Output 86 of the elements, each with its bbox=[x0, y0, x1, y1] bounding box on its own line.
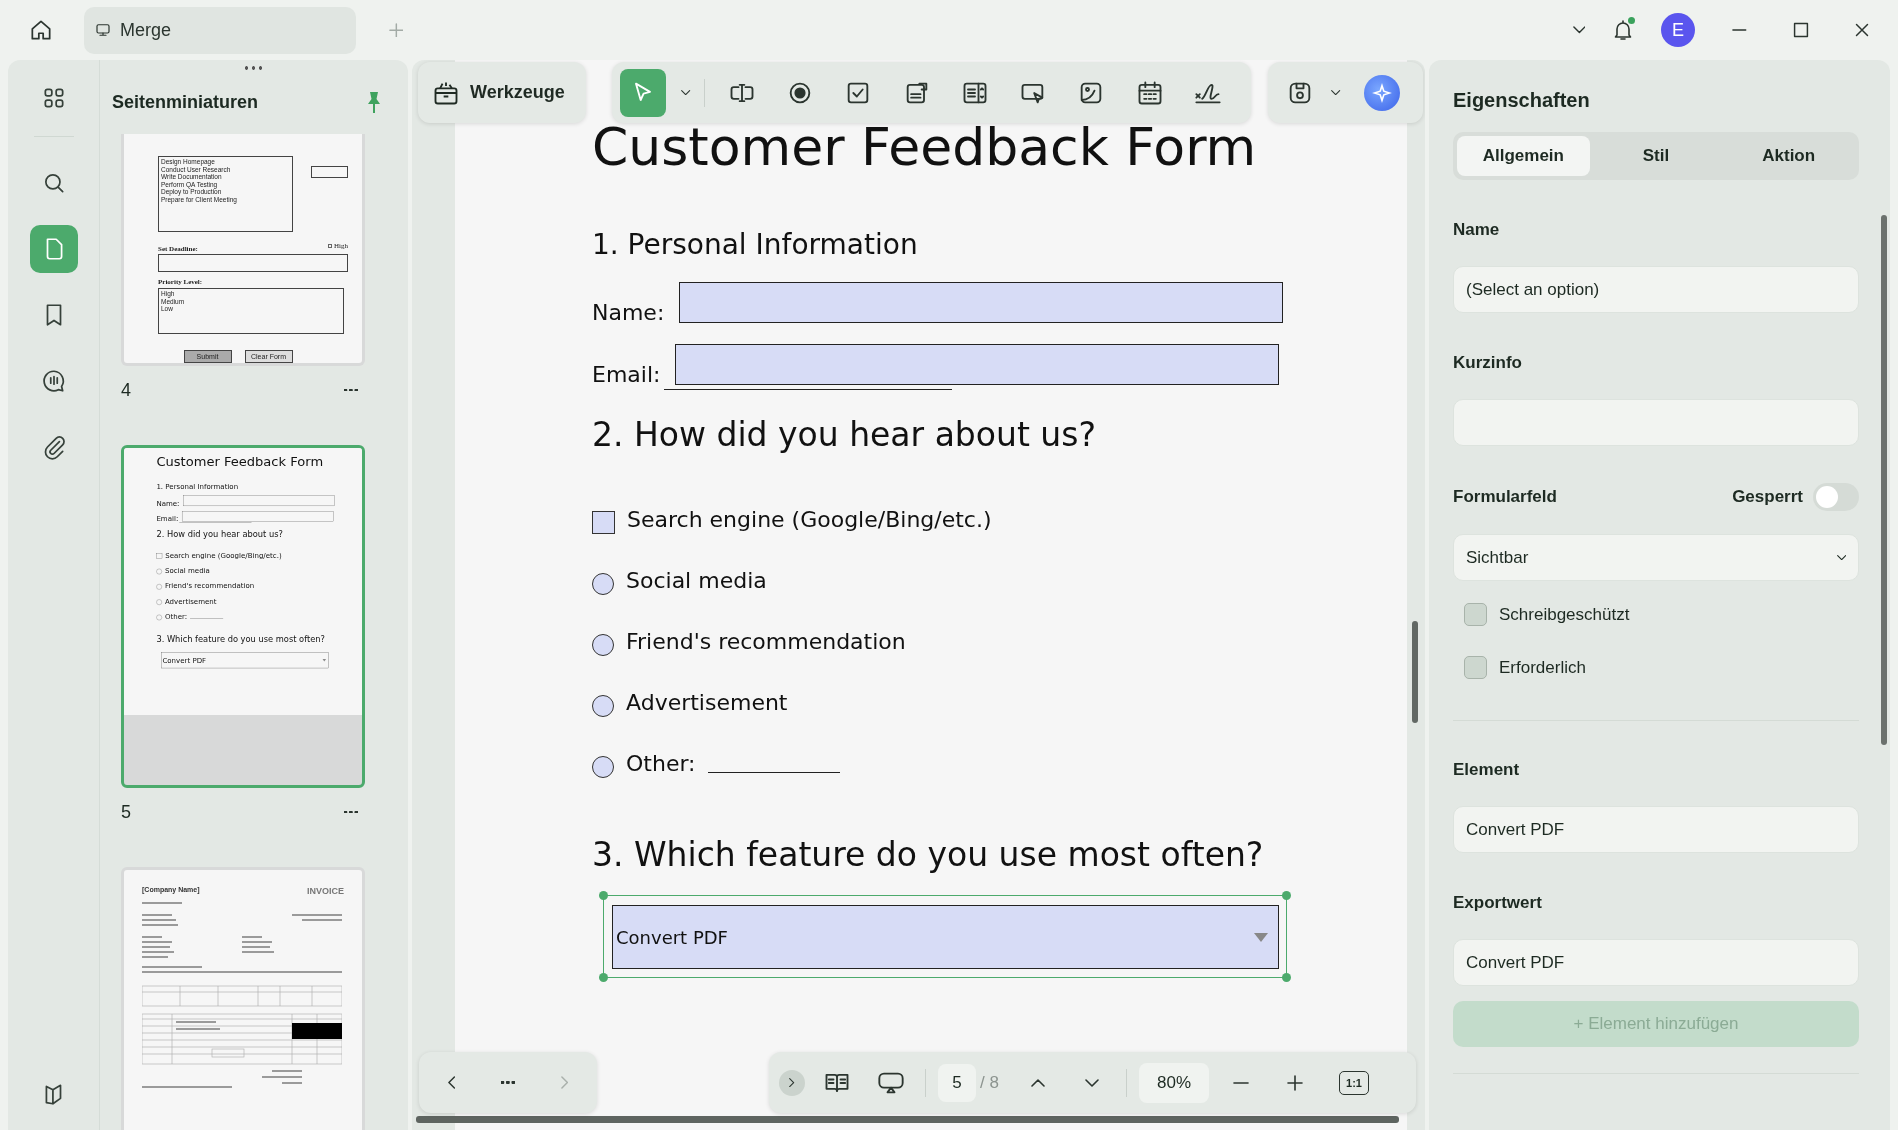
drag-handle-icon[interactable] bbox=[243, 66, 265, 70]
expand-button[interactable] bbox=[779, 1069, 805, 1096]
text-field[interactable] bbox=[158, 254, 348, 272]
more-icon bbox=[344, 388, 358, 392]
resize-handle[interactable] bbox=[1282, 891, 1291, 900]
chevron-right-icon bbox=[789, 1077, 795, 1088]
page-count: / 8 bbox=[980, 1072, 1000, 1093]
section-heading: 3. Which feature do you use most often? bbox=[592, 834, 1265, 876]
scrollbar[interactable] bbox=[1881, 215, 1887, 745]
input-field[interactable]: (Select an option) bbox=[1453, 266, 1859, 313]
field-label: Exportwert bbox=[1453, 892, 1543, 914]
input-field[interactable]: Convert PDF bbox=[1453, 806, 1859, 853]
caret-icon bbox=[322, 659, 327, 662]
section-heading: 2. How did you hear about us? bbox=[156, 528, 284, 541]
checkbox-label: Erforderlich bbox=[1499, 657, 1586, 678]
tools-button[interactable]: Werkzeuge bbox=[418, 62, 586, 123]
assistant-button[interactable] bbox=[1364, 74, 1400, 111]
page-number-field[interactable]: 5 bbox=[938, 1063, 976, 1102]
tab[interactable]: Stil bbox=[1589, 136, 1723, 176]
chevron-down-icon bbox=[1836, 554, 1846, 561]
chevron-down-icon bbox=[1331, 89, 1341, 96]
chevron-right-icon bbox=[560, 1076, 569, 1089]
tab[interactable]: Aktion bbox=[1722, 136, 1855, 176]
zoom-field[interactable]: 80% bbox=[1139, 1062, 1209, 1103]
field-label: Email: bbox=[592, 361, 661, 389]
plus-icon bbox=[388, 22, 404, 38]
more-icon bbox=[501, 1081, 515, 1084]
checkbox[interactable] bbox=[592, 511, 615, 534]
panel-title: Eigenschaften bbox=[1453, 87, 1591, 113]
option-label: Social media bbox=[626, 566, 767, 595]
input-field[interactable]: Convert PDF bbox=[1453, 939, 1859, 986]
panel-title: Seitenminiaturen bbox=[112, 91, 260, 113]
radio-button[interactable] bbox=[592, 572, 614, 595]
section-heading: 3. Which feature do you use most often? bbox=[156, 633, 326, 646]
monitor-icon bbox=[94, 21, 112, 39]
resize-handle[interactable] bbox=[1282, 973, 1291, 982]
form-title: Customer Feedback Form bbox=[592, 116, 1258, 179]
visibility-dropdown[interactable]: Sichtbar bbox=[1453, 534, 1859, 581]
form-title: Customer Feedback Form bbox=[156, 453, 325, 470]
chevron-down-icon bbox=[1572, 26, 1586, 34]
comment-icon bbox=[40, 368, 67, 394]
field-label: Name bbox=[1453, 219, 1501, 241]
minimize-icon bbox=[1233, 1081, 1249, 1084]
option-label: Other: bbox=[626, 749, 696, 778]
radio-button[interactable] bbox=[592, 633, 614, 656]
checkbox[interactable] bbox=[1464, 656, 1487, 679]
caret-icon bbox=[1254, 932, 1268, 942]
chevron-down-icon bbox=[1085, 1078, 1099, 1087]
scrollbar[interactable] bbox=[1412, 621, 1418, 723]
field-label: Name: bbox=[592, 299, 665, 327]
minimize-icon bbox=[1732, 29, 1747, 31]
field-label: Kurzinfo bbox=[1453, 352, 1523, 374]
resize-handle[interactable] bbox=[599, 891, 608, 900]
avatar[interactable]: E bbox=[1661, 13, 1695, 47]
checkbox-label: Schreibgeschützt bbox=[1499, 604, 1630, 625]
chevron-left-icon bbox=[447, 1076, 455, 1089]
field-label: Element bbox=[1453, 759, 1521, 781]
page-number: 4 bbox=[121, 379, 131, 401]
text-field[interactable] bbox=[679, 282, 1284, 323]
scrollbar[interactable] bbox=[416, 1116, 1399, 1123]
text-field[interactable] bbox=[675, 344, 1280, 385]
toggle-switch[interactable] bbox=[1813, 483, 1859, 511]
resize-handle[interactable] bbox=[599, 973, 608, 982]
invoice-title: INVOICE bbox=[307, 886, 344, 896]
option-label: Advertisement bbox=[626, 688, 788, 717]
chevron-down-icon bbox=[681, 89, 691, 96]
section-heading: 1. Personal Information bbox=[592, 227, 919, 263]
checkbox[interactable] bbox=[1464, 603, 1487, 626]
radio-button[interactable] bbox=[592, 694, 614, 717]
document-tab[interactable]: Merge bbox=[84, 6, 356, 54]
page-thumbnail[interactable] bbox=[121, 445, 365, 788]
radio-button[interactable] bbox=[592, 755, 614, 778]
section-heading: 2. How did you hear about us? bbox=[592, 414, 1097, 456]
chevron-up-icon bbox=[1031, 1078, 1045, 1087]
checkbox[interactable] bbox=[328, 244, 332, 248]
actual-size-button[interactable]: 1:1 bbox=[1339, 1070, 1369, 1095]
option-label: Friend's recommendation bbox=[626, 627, 906, 656]
tab[interactable]: Allgemein bbox=[1457, 136, 1590, 176]
more-icon bbox=[344, 810, 358, 814]
plus-icon bbox=[1287, 1074, 1303, 1091]
option-label: Search engine (Google/Bing/etc.) bbox=[627, 505, 992, 534]
dropdown-field[interactable]: Convert PDF bbox=[612, 905, 1279, 969]
field-label: Formularfeld bbox=[1453, 487, 1557, 507]
toggle-label: Gesperrt bbox=[1732, 487, 1803, 507]
page-number: 5 bbox=[121, 801, 131, 823]
text-field[interactable] bbox=[310, 166, 348, 178]
